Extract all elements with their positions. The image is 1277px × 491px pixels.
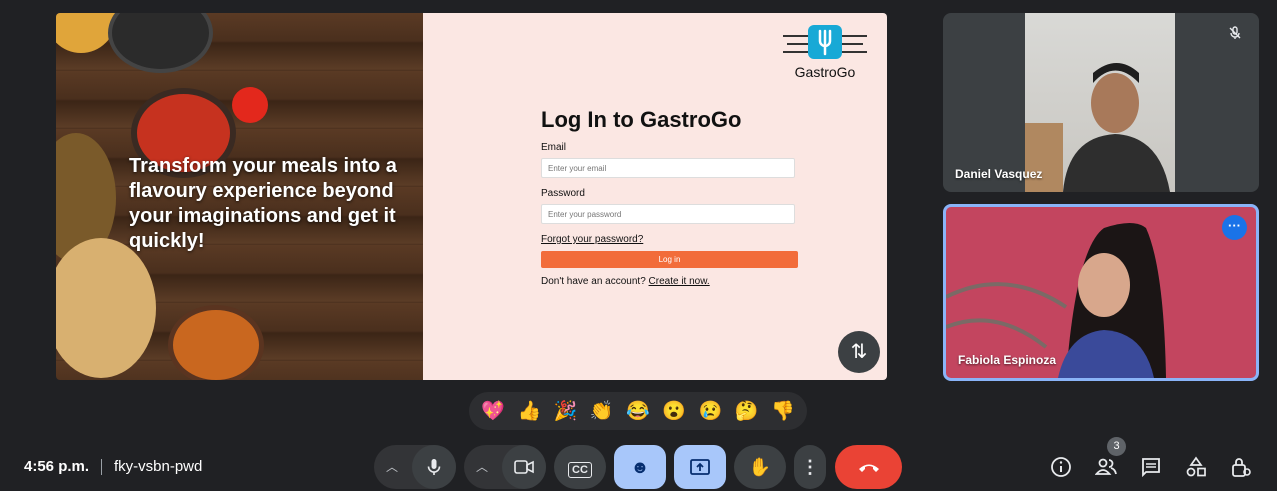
present-screen-button[interactable] — [674, 445, 726, 489]
shared-presentation: Transform your meals into a flavoury exp… — [56, 13, 887, 380]
leave-call-button[interactable] — [835, 445, 902, 489]
audio-options-chevron-icon[interactable]: ︿ — [386, 445, 398, 489]
reaction-party-popper[interactable]: 🎉 — [551, 399, 581, 423]
mic-off-icon — [1224, 25, 1246, 47]
more-vert-icon: ⋮ — [801, 457, 819, 477]
participant-tile-fabiola[interactable]: ··· Fabiola Espinoza — [943, 204, 1259, 381]
reaction-surprised[interactable]: 😮 — [659, 399, 689, 423]
spice-bowl-image — [168, 305, 264, 380]
meeting-info-icon[interactable] — [1049, 456, 1073, 480]
login-panel: GastroGo Log In to GastroGo Email Enter … — [423, 13, 887, 380]
activities-icon[interactable] — [1184, 456, 1208, 480]
mic-control: ︿ — [374, 445, 456, 489]
emoji-icon: ☻ — [630, 457, 650, 477]
reaction-laughing[interactable]: 😂 — [623, 399, 653, 423]
email-label: Email — [541, 142, 567, 153]
chat-icon[interactable] — [1139, 456, 1163, 480]
raise-hand-icon: ✋ — [748, 457, 772, 477]
camera-button[interactable] — [502, 445, 546, 489]
signup-link: Create it now. — [648, 276, 710, 287]
reactions-bar: 💖 👍 🎉 👏 😂 😮 😢 🤔 👎 — [469, 392, 807, 430]
reaction-thinking[interactable]: 🤔 — [732, 399, 762, 423]
participant-name: Daniel Vasquez — [955, 167, 1043, 181]
mic-button[interactable] — [412, 445, 456, 489]
email-field: Enter your email — [541, 158, 795, 178]
camera-control: ︿ — [464, 445, 546, 489]
reaction-clapping[interactable]: 👏 — [587, 399, 617, 423]
host-controls-lock-icon[interactable] — [1229, 456, 1253, 480]
password-label: Password — [541, 188, 585, 199]
more-options-button[interactable]: ⋮ — [794, 445, 826, 489]
hang-up-icon — [858, 464, 879, 472]
captions-icon: CC — [568, 462, 592, 478]
divider — [101, 459, 102, 475]
password-field: Enter your password — [541, 204, 795, 224]
reaction-thumbs-up[interactable]: 👍 — [514, 399, 544, 423]
fork-logo-icon — [783, 25, 867, 63]
raise-hand-button[interactable]: ✋ — [734, 445, 786, 489]
signup-prompt-text: Don't have an account? — [541, 276, 646, 287]
reaction-sad[interactable]: 😢 — [695, 399, 725, 423]
login-heading: Log In to GastroGo — [541, 107, 742, 132]
participant-video — [1025, 13, 1175, 192]
tomato-image — [232, 87, 268, 123]
people-icon[interactable] — [1094, 456, 1118, 480]
login-button: Log in — [541, 251, 798, 268]
participant-tile-daniel[interactable]: Daniel Vasquez — [943, 13, 1259, 192]
reaction-sparkling-heart[interactable]: 💖 — [478, 399, 508, 423]
present-screen-icon — [690, 459, 710, 475]
forgot-password-link: Forgot your password? — [541, 234, 644, 245]
reactions-button[interactable]: ☻ — [614, 445, 666, 489]
presentation-tagline: Transform your meals into a flavoury exp… — [129, 155, 397, 252]
olive-bowl-image — [108, 13, 213, 73]
reaction-thumbs-down[interactable]: 👎 — [768, 399, 798, 423]
participant-name: Fabiola Espinoza — [958, 353, 1057, 367]
login-form: Log In to GastroGo Email Enter your emai… — [541, 107, 799, 287]
logo-name: GastroGo — [794, 64, 856, 80]
signup-prompt: Don't have an account? Create it now. — [541, 276, 799, 287]
more-options-icon[interactable]: ··· — [1222, 215, 1247, 240]
wrap-image — [56, 238, 156, 378]
participant-count-badge: 3 — [1107, 437, 1126, 456]
captions-button[interactable]: CC — [554, 445, 606, 489]
meeting-time: 4:56 p.m. — [24, 458, 90, 475]
video-options-chevron-icon[interactable]: ︿ — [476, 445, 488, 489]
swap-layout-button[interactable]: ⇅ — [838, 331, 880, 373]
food-background-image: Transform your meals into a flavoury exp… — [56, 13, 423, 380]
meeting-code: fky-vsbn-pwd — [114, 458, 203, 475]
gastrogo-logo: GastroGo — [783, 25, 867, 80]
swap-vertical-icon: ⇅ — [850, 341, 868, 363]
fries-image — [56, 13, 116, 53]
